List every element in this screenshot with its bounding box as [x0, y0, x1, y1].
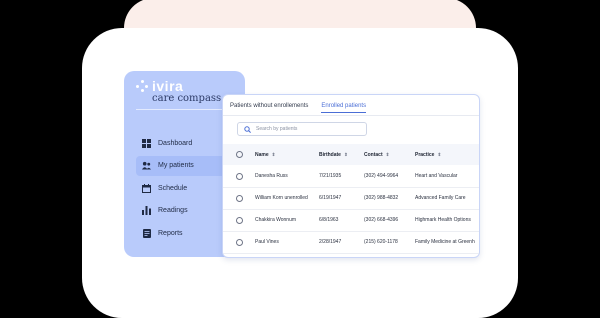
- tab-enrolled-patients[interactable]: Enrolled patients: [321, 103, 367, 113]
- sort-icon: ⇕: [385, 151, 390, 157]
- sort-icon: ⇕: [437, 151, 442, 157]
- table-header: Name ⇕ Birthdate ⇕ Contact ⇕ Practice ⇕: [223, 144, 479, 165]
- nav-label: Readings: [158, 207, 188, 214]
- patient-contact: (302) 494-9964: [364, 173, 399, 179]
- logo-icon: [136, 80, 148, 92]
- nav-label: Schedule: [158, 184, 188, 192]
- column-header-practice[interactable]: Practice ⇕: [415, 144, 441, 165]
- patient-name: William Korn unenrolled: [255, 195, 308, 201]
- patient-contact: (302) 668-4396: [364, 217, 399, 223]
- patient-practice: Highmark Health Options: [415, 217, 471, 223]
- nav-label: Reports: [158, 229, 183, 237]
- search-icon: [244, 125, 251, 133]
- table-row[interactable]: Paul Vines 2/28/1947 (215) 620-1178 Fami…: [223, 231, 479, 254]
- nav-item-my-patients[interactable]: My patients: [136, 155, 236, 176]
- brand-logo: ivira: [136, 78, 183, 94]
- search-input[interactable]: Search by patients: [237, 122, 367, 136]
- sort-icon: ⇕: [343, 151, 348, 157]
- tab-bar: Patients without enrollements Enrolled p…: [230, 103, 367, 113]
- nav-item-readings[interactable]: Readings: [136, 201, 236, 221]
- tabs-divider: [223, 115, 479, 116]
- nav-label: Dashboard: [158, 139, 193, 147]
- patient-name: Chakkira Wonnum: [255, 217, 297, 223]
- patient-name: Danesha Russ: [255, 173, 288, 179]
- patient-practice: Advanced Family Care: [415, 195, 466, 201]
- table-row[interactable]: William Korn unenrolled 6/19/1947 (302) …: [223, 187, 479, 210]
- brand-name: ivira: [152, 78, 184, 94]
- patients-icon: [142, 161, 151, 170]
- row-select-radio[interactable]: [236, 195, 243, 202]
- patient-practice: Heart and Vascular: [415, 173, 458, 179]
- column-header-name[interactable]: Name ⇕: [255, 144, 275, 165]
- nav-item-schedule[interactable]: Schedule: [136, 178, 236, 198]
- row-select-radio[interactable]: [236, 217, 243, 224]
- dashboard-icon: [142, 138, 151, 148]
- report-icon: [142, 228, 151, 238]
- brand-tagline: care compass: [152, 93, 222, 104]
- patient-practice: Family Medicine at Greenh: [415, 239, 475, 245]
- patient-birthdate: 7/21/1935: [319, 173, 342, 179]
- patient-birthdate: 2/28/1947: [319, 239, 342, 245]
- patient-contact: (215) 620-1178: [364, 239, 398, 245]
- nav-item-dashboard[interactable]: Dashboard: [136, 133, 236, 153]
- patient-birthdate: 6/8/1963: [319, 217, 339, 223]
- column-header-contact[interactable]: Contact ⇕: [364, 144, 389, 165]
- column-header-birthdate[interactable]: Birthdate ⇕: [319, 144, 348, 165]
- patient-birthdate: 6/19/1947: [319, 195, 342, 201]
- calendar-icon: [142, 183, 151, 193]
- search-placeholder: Search by patients: [256, 126, 298, 132]
- patient-contact: (302) 988-4832: [364, 195, 399, 201]
- patient-name: Paul Vines: [255, 239, 279, 245]
- tab-patients-without-enrollments[interactable]: Patients without enrollements: [230, 103, 308, 113]
- row-select-radio[interactable]: [236, 239, 243, 246]
- select-all-radio[interactable]: [236, 151, 243, 158]
- row-select-radio[interactable]: [236, 173, 243, 180]
- patients-panel: Patients without enrollements Enrolled p…: [222, 94, 480, 258]
- nav-label: My patients: [158, 162, 194, 169]
- bar-chart-icon: [142, 206, 151, 215]
- sidebar-nav: Dashboard My patients Schedule Readings …: [136, 133, 236, 246]
- sort-icon: ⇕: [271, 151, 276, 157]
- table-row[interactable]: Danesha Russ 7/21/1935 (302) 494-9964 He…: [223, 165, 479, 188]
- nav-item-reports[interactable]: Reports: [136, 223, 236, 243]
- table-row[interactable]: Chakkira Wonnum 6/8/1963 (302) 668-4396 …: [223, 209, 479, 232]
